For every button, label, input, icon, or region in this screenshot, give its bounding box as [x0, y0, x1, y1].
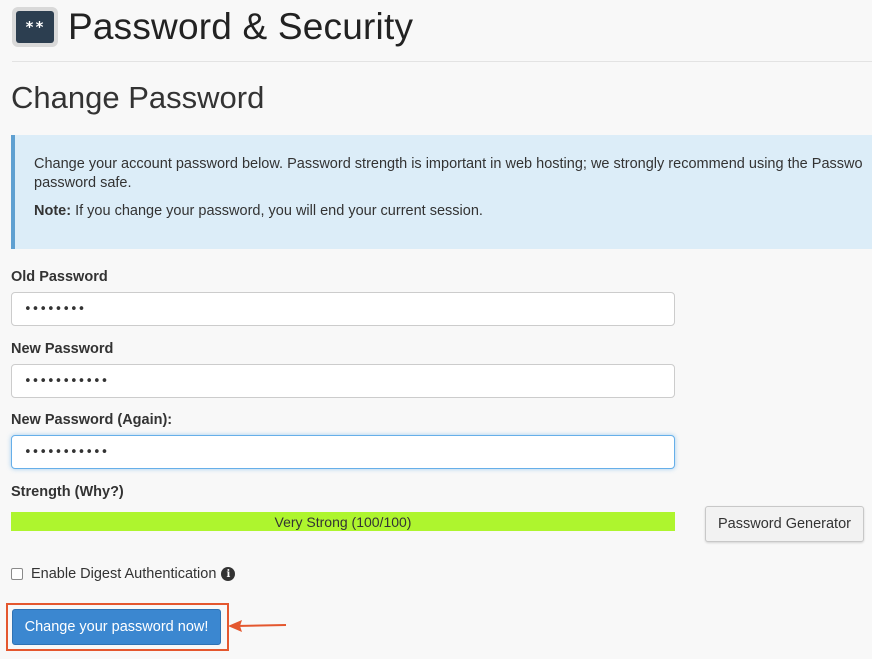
new-password-label: New Password — [11, 341, 114, 357]
old-password-field[interactable] — [11, 292, 675, 326]
new-password-again-label: New Password (Again): — [11, 412, 173, 428]
note-text: If you change your password, you will en… — [71, 203, 483, 219]
page-title: Password & Security — [68, 6, 414, 47]
digest-auth-row: Enable Digest Authentication i — [11, 566, 236, 582]
header-divider — [12, 61, 872, 62]
new-password-again-field[interactable] — [11, 435, 675, 469]
info-text-line2: password safe. — [34, 175, 132, 191]
password-generator-button[interactable]: Password Generator — [705, 506, 864, 542]
asterisk-icon: ** — [16, 11, 54, 43]
digest-auth-label[interactable]: Enable Digest Authentication — [31, 566, 216, 582]
digest-auth-checkbox[interactable] — [11, 568, 23, 580]
change-password-submit-button[interactable]: Change your password now! — [12, 609, 221, 645]
note-label: Note: — [34, 203, 72, 219]
old-password-label: Old Password — [11, 269, 108, 285]
password-strength-meter: Very Strong (100/100) — [11, 512, 675, 531]
info-text-line1: Change your account password below. Pass… — [34, 156, 863, 172]
strength-text: Very Strong (100/100) — [274, 513, 412, 530]
page: ** Password & Security Change Password C… — [0, 0, 872, 659]
page-header: ** Password & Security — [12, 0, 413, 54]
password-security-icon: ** — [12, 7, 58, 47]
info-note: Note: If you change your password, you w… — [34, 202, 872, 221]
strength-label[interactable]: Strength (Why?) — [11, 484, 124, 500]
section-title: Change Password — [11, 80, 265, 115]
info-callout: Change your account password below. Pass… — [11, 135, 872, 249]
pointer-arrow-icon — [228, 620, 287, 632]
new-password-field[interactable] — [11, 364, 675, 398]
info-icon[interactable]: i — [221, 567, 236, 581]
